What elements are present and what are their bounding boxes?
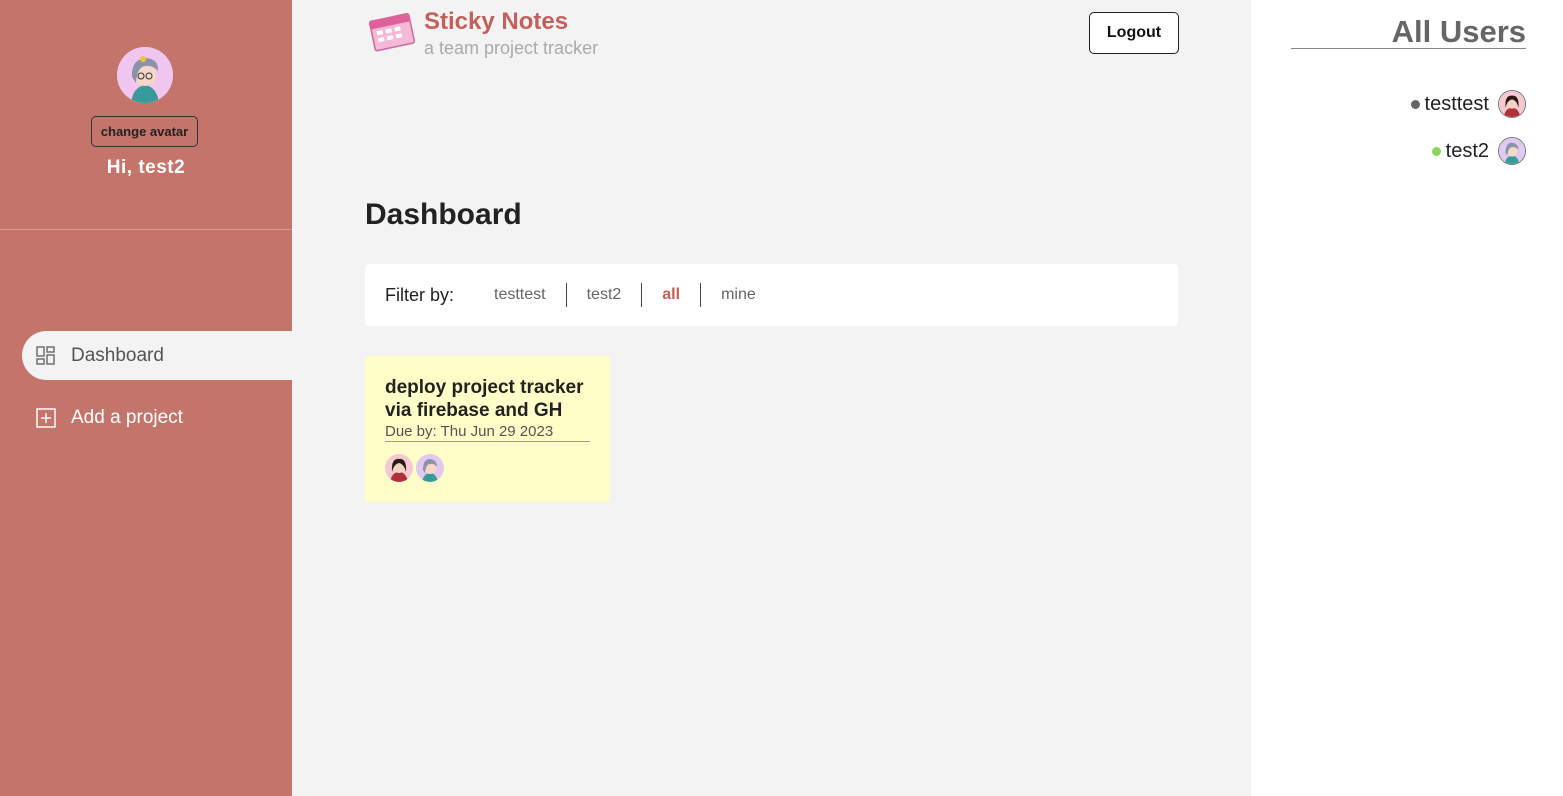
greeting: Hi, test2 [106,157,186,178]
current-user-avatar [117,47,173,103]
status-dot-icon [1431,146,1441,156]
users-panel-divider [1291,48,1526,49]
filter-option-all[interactable]: all [642,283,702,307]
sidebar-item-label: Dashboard [71,344,164,366]
filter-bar: Filter by: testtest test2 all mine [365,264,1178,326]
user-name: test2 [1445,139,1489,162]
filter-option-test2[interactable]: test2 [567,283,643,307]
filter-label: Filter by: [385,284,455,305]
assignee-avatar-testtest [385,454,413,482]
users-panel: All Users testtest test2 [1251,0,1563,796]
page-title: Dashboard [365,198,522,231]
sidebar-item-label: Add a project [71,406,183,428]
assignee-avatar-test2 [416,454,444,482]
sidebar: change avatar Hi, test2 Dashboard Add a … [0,0,292,796]
app-title: Sticky Notes [424,8,569,35]
change-avatar-button[interactable]: change avatar [91,116,198,147]
filter-option-mine[interactable]: mine [701,283,776,307]
user-name: testtest [1424,92,1489,115]
calendar-icon [368,11,418,53]
app-subtitle: a team project tracker [424,38,599,58]
add-square-icon [36,407,56,428]
sidebar-item-dashboard[interactable]: Dashboard [22,331,292,380]
dashboard-grid-icon [36,345,56,366]
user-row-test2[interactable]: test2 [1431,137,1526,165]
project-note[interactable]: deploy project tracker via firebase and … [365,356,610,502]
logout-button[interactable]: Logout [1089,12,1179,54]
sidebar-item-add-project[interactable]: Add a project [22,393,292,442]
project-title: deploy project tracker via firebase and … [385,377,584,421]
sidebar-divider [0,229,292,230]
user-avatar [1498,137,1526,165]
project-due-date: Due by: Thu Jun 29 2023 [385,423,590,442]
project-assignees [385,454,590,482]
user-row-testtest[interactable]: testtest [1410,90,1526,118]
filter-option-testtest[interactable]: testtest [474,283,567,307]
user-avatar [1498,90,1526,118]
status-dot-icon [1410,99,1420,109]
users-panel-title: All Users [1391,14,1526,49]
